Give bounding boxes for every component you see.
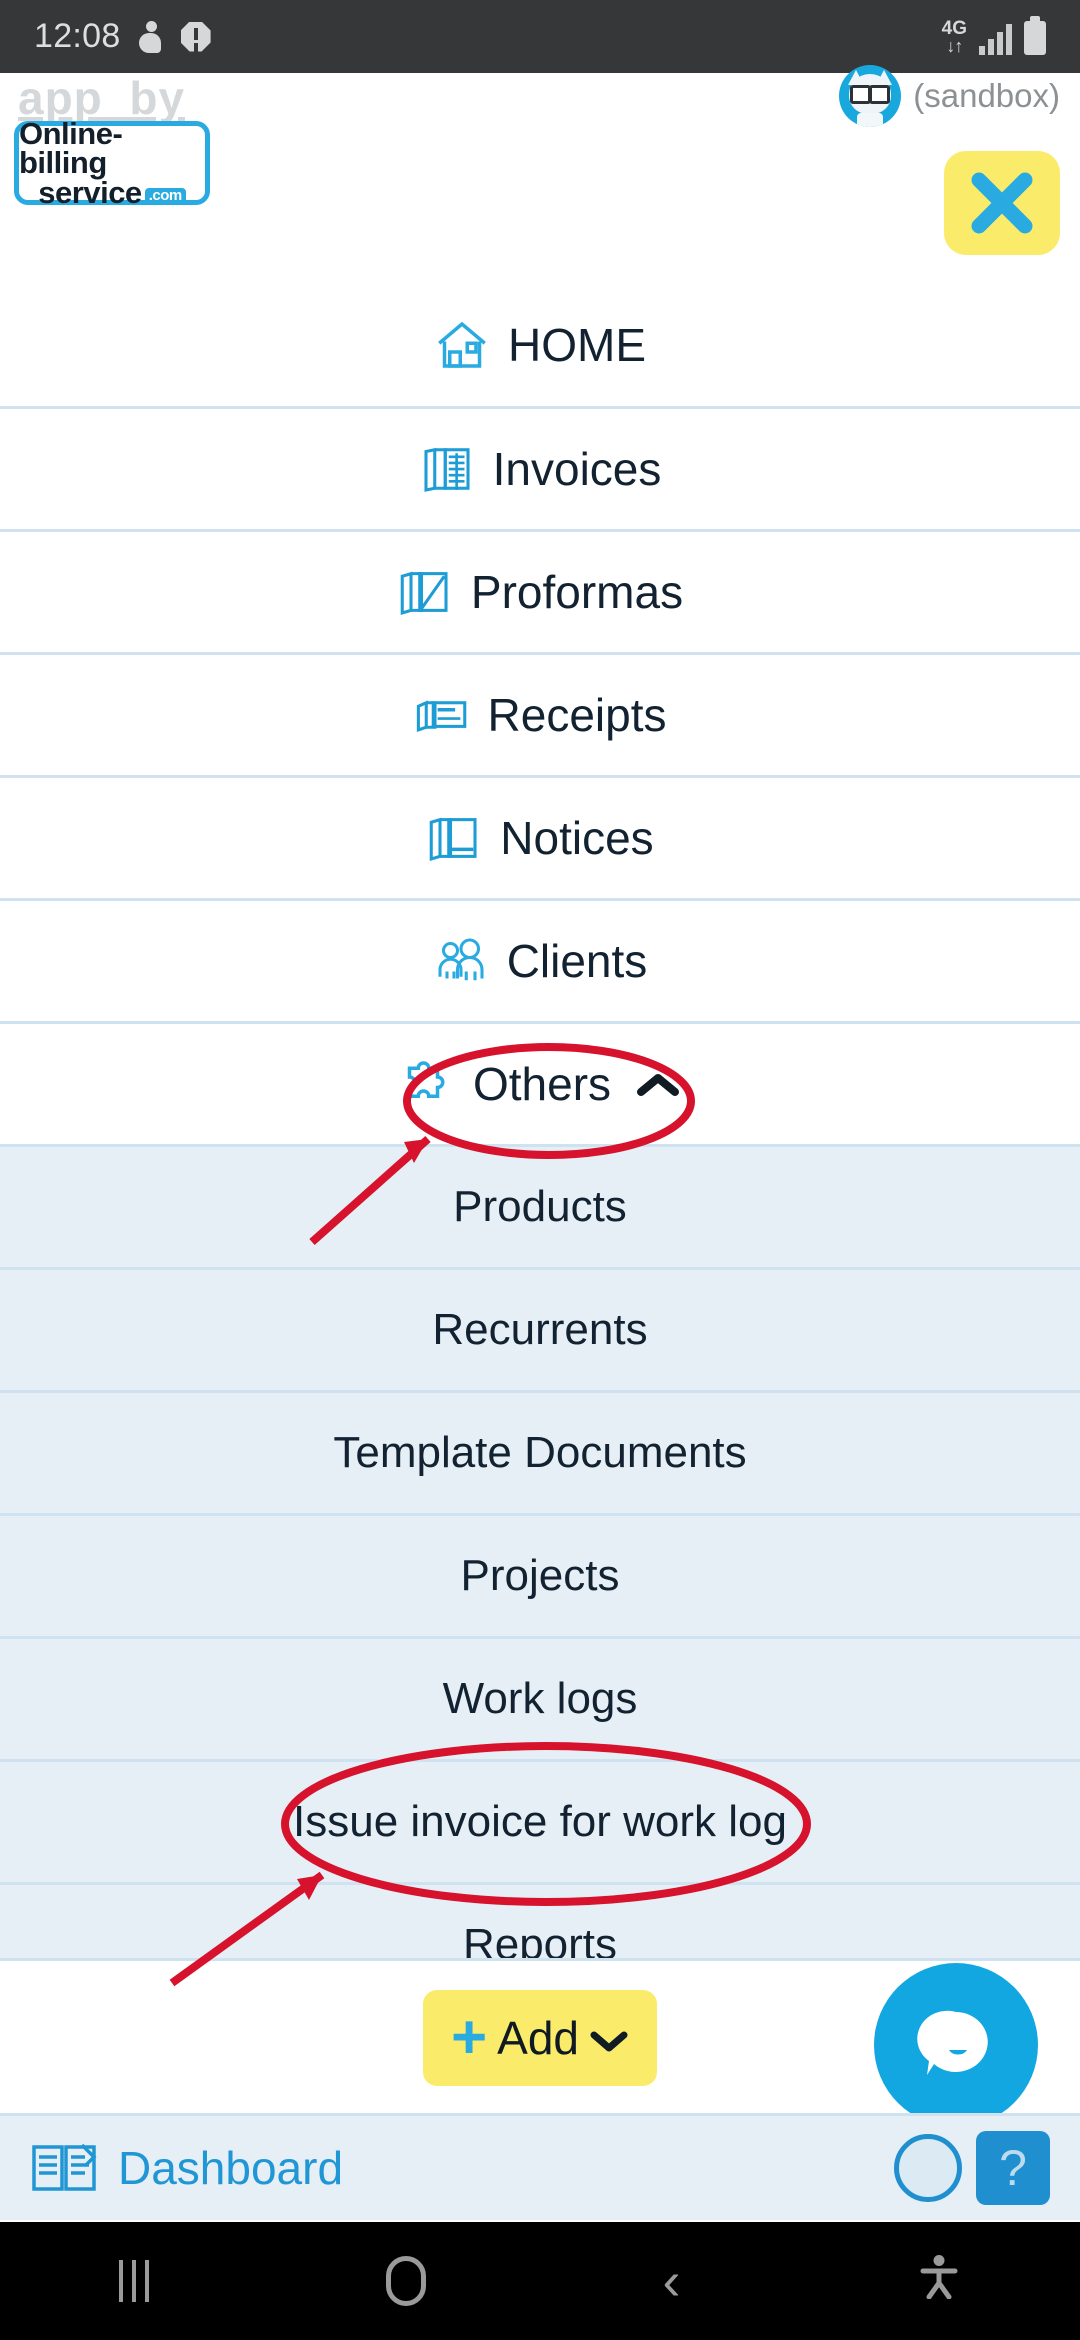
menu-item-label: Others: [472, 1058, 612, 1110]
sandbox-indicator: (sandbox): [839, 65, 1060, 127]
dashboard-label: Dashboard: [118, 2142, 344, 2194]
menu-item-label: Receipts: [487, 689, 667, 741]
menu-item-clients[interactable]: Clients: [0, 898, 1080, 1021]
submenu-item-projects[interactable]: Projects: [0, 1513, 1080, 1636]
status-bar-right: 4G ↓↑: [941, 15, 1046, 56]
data-arrows-icon: 4G ↓↑: [941, 17, 967, 56]
receipts-icon: [416, 700, 466, 732]
menu-item-receipts[interactable]: Receipts: [0, 652, 1080, 775]
menu-item-label: Issue invoice for work log: [293, 1797, 787, 1846]
proformas-icon: [400, 571, 448, 616]
menu-item-home[interactable]: HOME: [0, 283, 1080, 406]
phone-screen: 12:08 4G ↓↑ app_by (sandbox) Online-bill…: [0, 0, 1080, 2340]
app-logo[interactable]: Online-billing service .com: [14, 115, 210, 208]
accessibility-icon[interactable]: [917, 2255, 961, 2307]
home-circle-icon[interactable]: [385, 2256, 426, 2306]
add-button[interactable]: + Add: [423, 1990, 657, 2086]
alert-icon: [180, 21, 211, 52]
puzzle-icon: [407, 1061, 445, 1098]
menu-item-label: Template Documents: [333, 1428, 747, 1477]
menu-item-label: Notices: [500, 812, 654, 864]
status-bar-left: 12:08: [34, 17, 211, 56]
notices-icon: [430, 817, 477, 862]
menu-item-invoices[interactable]: Invoices: [0, 406, 1080, 529]
signal-bars-icon: [979, 23, 1012, 55]
person-icon: [138, 20, 164, 53]
avatar: [839, 65, 902, 127]
chat-bubble-icon: [917, 2010, 988, 2075]
status-circle-icon[interactable]: [894, 2134, 962, 2202]
menu-item-notices[interactable]: Notices: [0, 775, 1080, 898]
menu-item-label: Work logs: [442, 1674, 638, 1723]
submenu-item-products[interactable]: Products: [0, 1144, 1080, 1267]
home-icon: [438, 321, 486, 368]
submenu-item-work-logs[interactable]: Work logs: [0, 1636, 1080, 1759]
menu-item-label: Projects: [460, 1551, 620, 1600]
close-menu-button[interactable]: [944, 151, 1060, 255]
menu-item-label: Proformas: [470, 566, 684, 618]
recents-icon[interactable]: [118, 2260, 149, 2302]
android-navigation-bar: ‹: [0, 2222, 1080, 2340]
menu-item-others[interactable]: Others: [0, 1021, 1080, 1144]
status-bar: 12:08 4G ↓↑: [0, 0, 1080, 73]
menu-item-proformas[interactable]: Proformas: [0, 529, 1080, 652]
menu-item-label: Recurrents: [432, 1305, 648, 1354]
dashboard-actions: ?: [894, 2131, 1050, 2205]
chat-button[interactable]: [874, 1963, 1038, 2127]
battery-icon: [1024, 15, 1046, 55]
clients-icon: [438, 938, 484, 981]
clock: 12:08: [34, 17, 121, 55]
sandbox-label: (sandbox): [913, 77, 1060, 114]
dashboard-book-icon: [32, 2143, 97, 2191]
logo-line-2: service .com: [38, 176, 186, 208]
menu-item-label: HOME: [508, 318, 646, 371]
add-button-label: Add: [497, 2012, 580, 2064]
submenu-item-recurrents[interactable]: Recurrents: [0, 1267, 1080, 1390]
chevron-up-icon: [635, 1057, 681, 1111]
submenu-item-template-documents[interactable]: Template Documents: [0, 1390, 1080, 1513]
app-header: app_by (sandbox) Online-billing service …: [0, 65, 1080, 283]
network-type-label: 4G: [941, 17, 967, 39]
logo-line-1: Online-billing: [19, 115, 123, 181]
dashboard-bar[interactable]: Dashboard ?: [0, 2113, 1080, 2220]
plus-icon: +: [450, 2003, 488, 2073]
chevron-down-icon: [589, 2011, 629, 2065]
add-row: + Add: [0, 1958, 1080, 2127]
menu-item-label: Invoices: [492, 443, 662, 495]
submenu-item-issue-invoice-for-work-log[interactable]: Issue invoice for work log: [0, 1759, 1080, 1882]
help-button[interactable]: ?: [976, 2131, 1050, 2205]
back-icon[interactable]: ‹: [663, 2254, 681, 2308]
invoices-icon: [424, 447, 470, 492]
navigation-menu: HOME Invoices Proformas Receipts Notices…: [0, 283, 1080, 2005]
close-icon: [971, 172, 1033, 234]
logo-domain: .com: [144, 188, 186, 205]
menu-item-label: Products: [453, 1182, 627, 1231]
menu-item-label: Clients: [506, 935, 648, 987]
